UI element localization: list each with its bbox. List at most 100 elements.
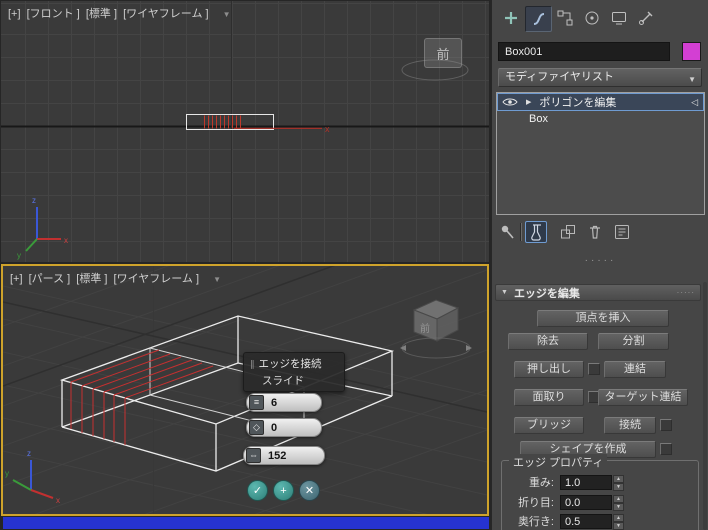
modifier-stack[interactable]: ▶ ポリゴンを編集 ◁ Box xyxy=(496,92,705,215)
spinner-down-icon[interactable]: ▼ xyxy=(613,503,624,511)
edge-properties-title: エッジ プロパティ xyxy=(509,454,607,470)
weld-button[interactable]: 連結 xyxy=(604,361,666,378)
rollout-edit-edges-header[interactable]: ▼ エッジを編集 ····· xyxy=(495,284,701,301)
make-unique-button[interactable] xyxy=(557,221,579,243)
viewport-view-label[interactable]: [フロント ] xyxy=(27,8,80,20)
remove-modifier-button[interactable] xyxy=(584,221,606,243)
viewport-front[interactable]: [+] [フロント ] [標準 ] [ワイヤフレーム ] ▼ x xyxy=(1,1,489,262)
modifier-list-label: モディファイヤリスト xyxy=(505,71,614,83)
caddy-segments-field[interactable]: ≡ 6 xyxy=(246,393,322,412)
pin-stack-button[interactable] xyxy=(497,221,519,243)
crease-row: 折り目: 0.0 ▲ ▼ xyxy=(492,494,708,510)
viewcube-perspective[interactable]: 前 xyxy=(398,292,474,364)
spinner-up-icon[interactable]: ▲ xyxy=(613,514,624,522)
svg-text:z: z xyxy=(32,196,36,205)
stack-toolbar xyxy=(492,220,708,244)
connect-button[interactable]: 接続 xyxy=(604,417,656,434)
crease-label: 折り目: xyxy=(492,494,554,510)
test-tube-icon xyxy=(527,223,545,241)
trash-icon xyxy=(586,223,604,241)
caddy-tooltip: ∥エッジを接続 スライド xyxy=(243,352,345,392)
remove-button[interactable]: 除去 xyxy=(508,333,588,350)
segments-value[interactable]: 6 xyxy=(271,397,277,409)
viewport-persp-label: [+] [パース ] [標準 ] [ワイヤフレーム ] ▼ xyxy=(10,270,224,286)
viewport-menu-plus[interactable]: [+] xyxy=(8,8,21,20)
caddy-pinch-field[interactable]: ◇ 0 xyxy=(246,418,322,437)
viewcube-persp-face-label[interactable]: 前 xyxy=(420,322,430,335)
front-scene: x z x y xyxy=(1,1,489,262)
spinner-down-icon[interactable]: ▼ xyxy=(613,483,624,491)
viewport-style-label[interactable]: [標準 ] xyxy=(76,273,107,285)
crease-input[interactable]: 0.0 xyxy=(560,495,612,510)
viewport-style-label[interactable]: [標準 ] xyxy=(86,8,117,20)
stack-pin-icon[interactable]: ◁ xyxy=(691,97,698,108)
extrude-button[interactable]: 押し出し xyxy=(514,361,584,378)
stack-row-box[interactable]: Box xyxy=(497,111,704,127)
connect-settings-button[interactable] xyxy=(660,419,672,431)
spinner-down-icon[interactable]: ▼ xyxy=(613,522,624,530)
svg-text:x: x xyxy=(56,496,60,505)
tab-display[interactable] xyxy=(606,6,631,30)
command-panel: Box001 モディファイヤリスト ▼ ▶ ポリゴンを編集 ◁ Box xyxy=(491,0,708,530)
caddy-cancel-button[interactable]: ✕ xyxy=(299,480,320,501)
viewcube-front-face-label[interactable]: 前 xyxy=(436,44,449,63)
weight-spinner[interactable]: ▲ ▼ xyxy=(613,475,624,490)
caddy-title: エッジを接続 xyxy=(259,358,322,370)
tab-hierarchy[interactable] xyxy=(552,6,577,30)
caddy-slide-field[interactable]: ⇔ 152 xyxy=(243,446,325,465)
extrude-settings-button[interactable] xyxy=(588,363,600,375)
chevron-down-icon: ▼ xyxy=(688,71,696,88)
viewport-label-arrow-icon[interactable]: ▼ xyxy=(213,275,221,284)
bridge-button[interactable]: ブリッジ xyxy=(514,417,584,434)
viewcube-front[interactable]: 前 xyxy=(424,38,462,68)
caddy-ok-button[interactable]: ✓ xyxy=(247,480,268,501)
toolbar-separator xyxy=(520,223,521,241)
close-icon: ✕ xyxy=(305,484,314,497)
show-end-result-button[interactable] xyxy=(525,221,547,243)
viewport-shading-label[interactable]: [ワイヤフレーム ] xyxy=(123,8,209,20)
insert-vertex-button[interactable]: 頂点を挿入 xyxy=(537,310,669,327)
tab-motion[interactable] xyxy=(579,6,604,30)
pinch-value[interactable]: 0 xyxy=(271,422,277,434)
expand-arrow-icon[interactable]: ▶ xyxy=(526,98,531,106)
object-name-input[interactable]: Box001 xyxy=(498,42,670,61)
caddy-apply-button[interactable]: + xyxy=(273,480,294,501)
object-color-swatch[interactable] xyxy=(682,42,701,61)
chamfer-button[interactable]: 面取り xyxy=(514,389,584,406)
depth-label: 奥行き: xyxy=(492,513,554,529)
box-wireframe-perspective[interactable] xyxy=(62,316,392,471)
split-button[interactable]: 分割 xyxy=(598,333,669,350)
configure-modifier-sets-button[interactable] xyxy=(611,221,633,243)
target-weld-button[interactable]: ターゲット連結 xyxy=(598,389,688,406)
viewport-menu-plus[interactable]: [+] xyxy=(10,273,23,285)
slide-value[interactable]: 152 xyxy=(268,450,286,462)
spinner-up-icon[interactable]: ▲ xyxy=(613,495,624,503)
modifier-list-dropdown[interactable]: モディファイヤリスト ▼ xyxy=(498,68,702,87)
display-icon xyxy=(610,9,628,27)
caddy-grip-icon[interactable]: ∥ xyxy=(250,359,255,369)
stack-row-edit-poly[interactable]: ▶ ポリゴンを編集 ◁ xyxy=(498,94,703,110)
viewport-view-label[interactable]: [パース ] xyxy=(29,273,71,285)
depth-spinner[interactable]: ▲ ▼ xyxy=(613,514,624,529)
viewport-label-arrow-icon[interactable]: ▼ xyxy=(223,10,231,19)
slide-axis-label: x xyxy=(325,124,330,134)
panel-splitter-handle[interactable]: ····· xyxy=(492,255,708,266)
eye-icon[interactable] xyxy=(502,97,518,107)
weight-input[interactable]: 1.0 xyxy=(560,475,612,490)
viewport-shading-label[interactable]: [ワイヤフレーム ] xyxy=(114,273,200,285)
spinner-up-icon[interactable]: ▲ xyxy=(613,475,624,483)
svg-text:x: x xyxy=(64,236,68,245)
depth-input[interactable]: 0.5 xyxy=(560,514,612,529)
tab-utilities[interactable] xyxy=(633,6,658,30)
rollout-grip-icon: ····· xyxy=(677,288,695,297)
create-shape-settings-button[interactable] xyxy=(660,443,672,455)
stack-row-label[interactable]: ポリゴンを編集 xyxy=(539,94,616,110)
tab-modify[interactable] xyxy=(525,6,552,32)
svg-text:y: y xyxy=(17,251,21,260)
stack-row-label[interactable]: Box xyxy=(529,113,548,125)
panel-scrollbar[interactable] xyxy=(703,282,707,530)
crease-spinner[interactable]: ▲ ▼ xyxy=(613,495,624,510)
prompt-highlight-bar xyxy=(3,517,489,529)
tab-create[interactable] xyxy=(498,6,523,30)
depth-row: 奥行き: 0.5 ▲ ▼ xyxy=(492,513,708,529)
